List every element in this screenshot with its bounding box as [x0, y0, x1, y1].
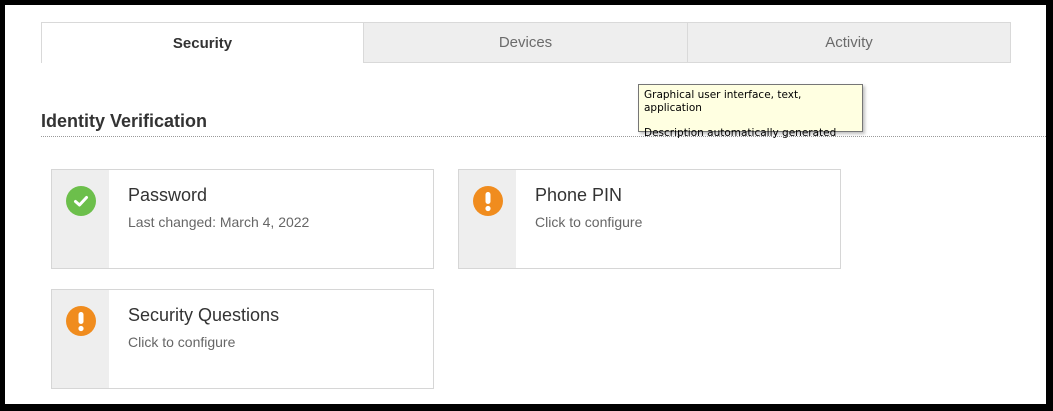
- card-subtitle: Click to configure: [535, 214, 643, 230]
- warning-circle-icon: [66, 306, 96, 336]
- tab-bar: Security Devices Activity: [41, 22, 1011, 63]
- tooltip-line-1: Graphical user interface, text, applicat…: [644, 89, 802, 114]
- window-frame: Security Devices Activity Identity Verif…: [5, 5, 1046, 404]
- tab-devices[interactable]: Devices: [364, 22, 688, 63]
- card-icon-gutter: [459, 170, 516, 268]
- check-circle-icon: [66, 186, 96, 216]
- security-questions-card[interactable]: Security Questions Click to configure: [51, 289, 434, 389]
- card-title: Phone PIN: [535, 185, 623, 205]
- tab-security[interactable]: Security: [41, 22, 364, 63]
- section-title: Identity Verification: [41, 111, 208, 131]
- card-title: Password: [128, 185, 208, 205]
- section-divider: [41, 136, 1046, 137]
- password-card[interactable]: Password Last changed: March 4, 2022: [51, 169, 434, 269]
- tooltip-line-2: Description automatically generated: [644, 127, 837, 139]
- tab-activity[interactable]: Activity: [688, 22, 1011, 63]
- card-icon-gutter: [52, 170, 109, 268]
- tooltip: Graphical user interface, text, applicat…: [638, 84, 863, 139]
- phone-pin-card[interactable]: Phone PIN Click to configure: [458, 169, 841, 269]
- card-subtitle: Last changed: March 4, 2022: [128, 214, 310, 230]
- card-subtitle: Click to configure: [128, 334, 236, 350]
- card-title: Security Questions: [128, 305, 280, 325]
- warning-circle-icon: [473, 186, 503, 216]
- card-icon-gutter: [52, 290, 109, 388]
